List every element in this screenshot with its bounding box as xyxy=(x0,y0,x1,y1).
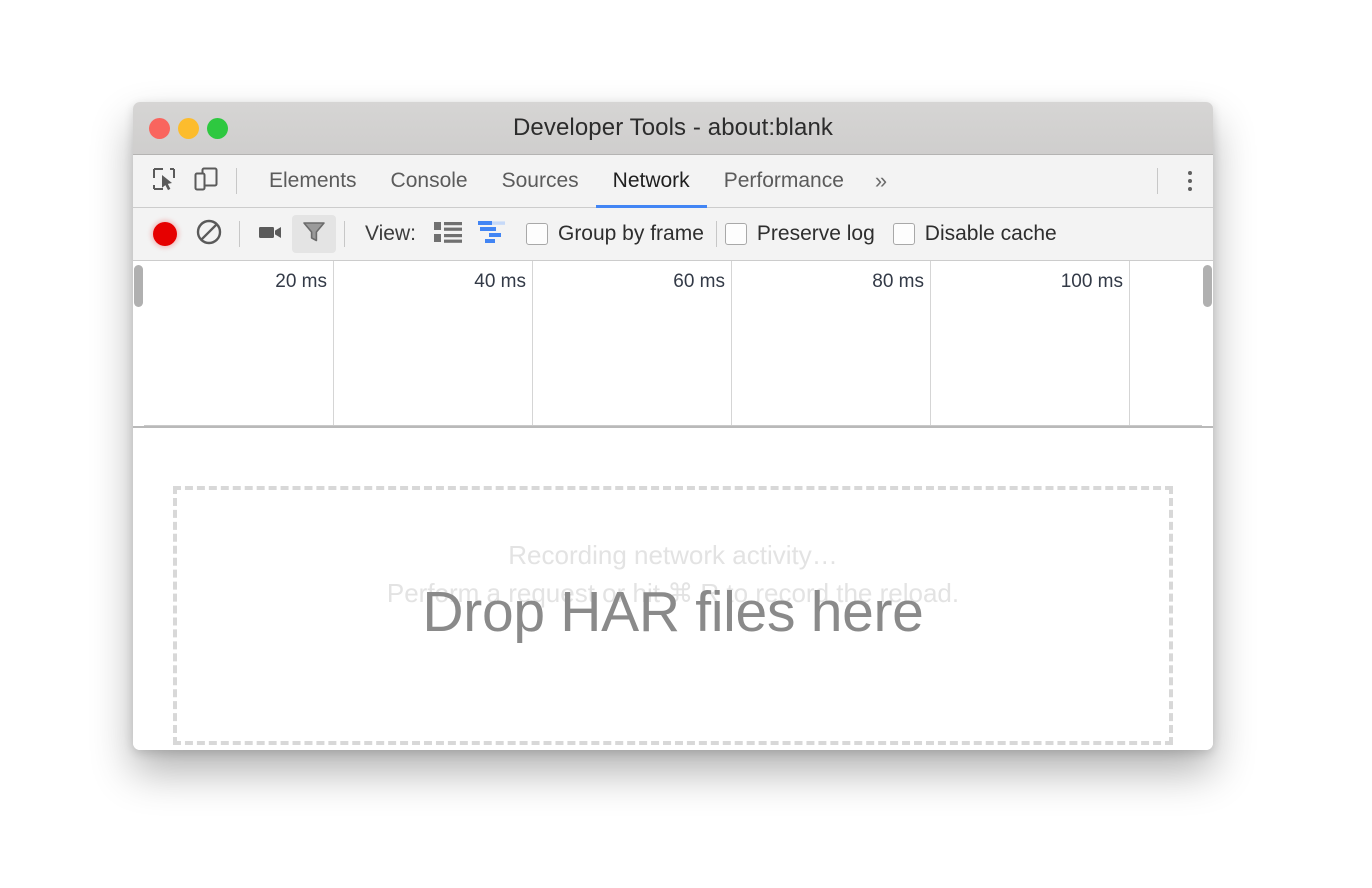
clear-icon xyxy=(195,218,223,251)
tab-elements[interactable]: Elements xyxy=(252,155,374,207)
inspect-element-button[interactable] xyxy=(143,155,185,207)
timeline-gridline xyxy=(1129,261,1130,426)
timeline-tick-label: 60 ms xyxy=(611,271,725,293)
devtools-window: Developer Tools - about:blank xyxy=(133,102,1213,750)
tab-console-label: Console xyxy=(391,169,468,193)
inspect-element-icon xyxy=(151,166,177,197)
view-label: View: xyxy=(365,222,416,246)
screenshot-camera-button[interactable] xyxy=(248,215,292,253)
title-bar: Developer Tools - about:blank xyxy=(133,102,1213,155)
disable-cache-checkbox[interactable] xyxy=(893,223,915,245)
view-waterfall-button[interactable] xyxy=(470,215,514,253)
tab-bar-right-divider xyxy=(1157,168,1158,194)
preserve-log-checkbox[interactable] xyxy=(725,223,747,245)
traffic-light-group xyxy=(149,102,228,154)
maximize-window-button[interactable] xyxy=(207,118,228,139)
device-toolbar-button[interactable] xyxy=(185,155,227,207)
tab-list: Elements Console Sources Network Perform… xyxy=(252,155,901,207)
toolbar-divider-2 xyxy=(344,221,345,247)
more-tabs-button[interactable]: » xyxy=(861,155,901,207)
timeline-tick-label: 80 ms xyxy=(810,271,924,293)
timeline-tick-label: 20 ms xyxy=(213,271,327,293)
timeline-scrollbar-right[interactable] xyxy=(1202,261,1213,426)
tab-bar: Elements Console Sources Network Perform… xyxy=(133,155,1213,208)
tab-network-label: Network xyxy=(613,169,690,193)
waterfall-view-icon xyxy=(477,220,507,249)
tab-console[interactable]: Console xyxy=(374,155,485,207)
disable-cache-label: Disable cache xyxy=(925,222,1057,246)
camera-icon xyxy=(256,218,284,251)
timeline-gridline xyxy=(333,261,334,426)
timeline-tick-label: 100 ms xyxy=(1009,271,1123,293)
disable-cache-checkbox-item[interactable]: Disable cache xyxy=(893,222,1057,246)
timeline-tick-label: 40 ms xyxy=(412,271,526,293)
tab-elements-label: Elements xyxy=(269,169,357,193)
list-view-icon xyxy=(434,221,462,248)
tab-sources[interactable]: Sources xyxy=(485,155,596,207)
device-toolbar-icon xyxy=(193,166,219,197)
drop-zone-label: Drop HAR files here xyxy=(422,579,923,645)
timeline-gridline xyxy=(731,261,732,426)
kebab-menu-icon-dot2 xyxy=(1188,179,1192,183)
group-by-frame-label: Group by frame xyxy=(558,222,704,246)
group-by-frame-checkbox-item[interactable]: Group by frame xyxy=(526,222,704,246)
close-window-button[interactable] xyxy=(149,118,170,139)
har-drop-zone[interactable]: Drop HAR files here xyxy=(173,486,1173,745)
network-toolbar: View: xyxy=(133,208,1213,261)
record-button[interactable] xyxy=(143,215,187,253)
network-request-pane[interactable]: Recording network activity… Perform a re… xyxy=(133,428,1213,750)
clear-button[interactable] xyxy=(187,215,231,253)
devtools-main-menu-button[interactable] xyxy=(1167,155,1213,207)
timeline-baseline xyxy=(133,425,1213,426)
tab-performance-label: Performance xyxy=(724,169,844,193)
scrollbar-thumb[interactable] xyxy=(134,265,143,307)
tab-bar-tool-icons xyxy=(133,155,227,207)
tab-network[interactable]: Network xyxy=(596,155,707,207)
chevron-double-right-icon: » xyxy=(875,168,887,194)
preserve-log-checkbox-item[interactable]: Preserve log xyxy=(725,222,875,246)
kebab-menu-icon-dot3 xyxy=(1188,187,1192,191)
timeline-gridline xyxy=(930,261,931,426)
filter-funnel-button[interactable] xyxy=(292,215,336,253)
tab-performance[interactable]: Performance xyxy=(707,155,861,207)
view-list-button[interactable] xyxy=(426,215,470,253)
minimize-window-button[interactable] xyxy=(178,118,199,139)
timeline-scrollbar-left[interactable] xyxy=(133,261,144,426)
tab-sources-label: Sources xyxy=(502,169,579,193)
toolbar-divider-1 xyxy=(239,221,240,247)
toolbar-divider-3 xyxy=(716,221,717,247)
tab-bar-right-group xyxy=(1148,155,1213,207)
kebab-menu-icon xyxy=(1188,171,1192,175)
record-icon xyxy=(153,222,177,246)
timeline-gridline xyxy=(532,261,533,426)
network-timeline-overview[interactable]: 20 ms 40 ms 60 ms 80 ms 100 ms xyxy=(133,261,1213,428)
filter-funnel-icon xyxy=(301,219,327,250)
tab-bar-divider xyxy=(236,168,237,194)
preserve-log-label: Preserve log xyxy=(757,222,875,246)
scrollbar-thumb[interactable] xyxy=(1203,265,1212,307)
window-title: Developer Tools - about:blank xyxy=(133,114,1213,142)
group-by-frame-checkbox[interactable] xyxy=(526,223,548,245)
